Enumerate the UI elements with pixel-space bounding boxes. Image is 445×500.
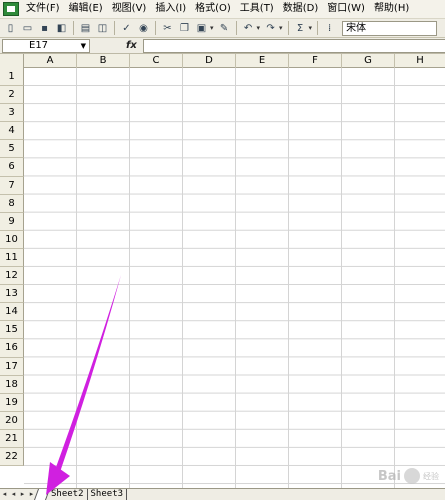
copy-icon[interactable]: ❐	[177, 21, 192, 36]
new-document-icon[interactable]: ▯	[3, 21, 18, 36]
toolbar-separator	[73, 21, 74, 35]
row-header[interactable]: 22	[0, 447, 24, 467]
worksheet-grid: A B C D E F G H 1 2 3 4 5 6 7 8 9 10 11 …	[0, 54, 445, 488]
paste-dropdown-icon[interactable]: ▾	[210, 24, 214, 32]
column-header-e[interactable]: E	[236, 54, 289, 68]
menu-insert[interactable]: 插入(I)	[151, 0, 191, 18]
menu-help[interactable]: 帮助(H)	[370, 0, 414, 18]
row-header[interactable]: 19	[0, 393, 24, 412]
save-icon[interactable]: ▪	[37, 21, 52, 36]
watermark-sub: 经验	[423, 471, 439, 481]
row-header[interactable]: 14	[0, 303, 24, 322]
redo-icon[interactable]: ↷	[263, 21, 278, 36]
menu-bar: 文件(F) 编辑(E) 视图(V) 插入(I) 格式(O) 工具(T) 数据(D…	[0, 0, 445, 18]
column-header-d[interactable]: D	[183, 54, 236, 68]
menu-view[interactable]: 视图(V)	[108, 0, 152, 18]
cell-area[interactable]	[24, 68, 445, 488]
row-header[interactable]: 16	[0, 339, 24, 358]
standard-toolbar: ▯ ▭ ▪ ◧ ▤ ◫ ✓ ◉ ✂ ❐ ▣ ▾ ✎ ↶ ▾ ↷ ▾ Σ ▾ ⁞ …	[0, 18, 445, 38]
menu-window[interactable]: 窗口(W)	[323, 0, 370, 18]
sheet-tab-sheet2[interactable]: Sheet2	[48, 489, 88, 500]
name-box-dropdown-icon[interactable]: ▼	[81, 42, 86, 50]
column-headers: A B C D E F G H	[0, 54, 445, 68]
column-header-c[interactable]: C	[130, 54, 183, 68]
row-header[interactable]: 9	[0, 212, 24, 231]
format-painter-icon[interactable]: ✎	[217, 21, 232, 36]
column-header-f[interactable]: F	[289, 54, 342, 68]
row-header[interactable]: 2	[0, 86, 24, 105]
menu-data[interactable]: 数据(D)	[279, 0, 324, 18]
watermark-text: Bai	[377, 468, 401, 484]
column-header-a[interactable]: A	[24, 54, 77, 68]
row-header[interactable]: 12	[0, 267, 24, 286]
spelling-icon[interactable]: ✓	[119, 21, 134, 36]
toolbar-options-icon[interactable]: ⁞	[322, 21, 337, 36]
open-folder-icon[interactable]: ▭	[20, 21, 35, 36]
row-header[interactable]: 17	[0, 357, 24, 376]
baidu-watermark: Bai 经验	[378, 468, 439, 484]
next-sheet-icon[interactable]: ▸	[18, 489, 27, 500]
column-header-g[interactable]: G	[342, 54, 395, 68]
formula-bar: E17 ▼ fx	[0, 38, 445, 54]
row-header[interactable]: 1	[0, 68, 24, 87]
undo-icon[interactable]: ↶	[241, 21, 256, 36]
autosum-icon[interactable]: Σ	[293, 21, 308, 36]
autosum-dropdown-icon[interactable]: ▾	[309, 24, 313, 32]
select-all-corner[interactable]	[0, 54, 24, 68]
row-header[interactable]: 6	[0, 158, 24, 177]
row-header[interactable]: 21	[0, 429, 24, 448]
print-icon[interactable]: ▤	[78, 21, 93, 36]
row-header[interactable]: 7	[0, 176, 24, 195]
row-header[interactable]: 20	[0, 411, 24, 430]
print-preview-icon[interactable]: ◫	[95, 21, 110, 36]
toolbar-separator	[317, 21, 319, 35]
formula-input[interactable]	[142, 38, 445, 53]
row-header[interactable]: 3	[0, 104, 24, 123]
sheet-tab-bar: ◂ ◂ ▸ ▸ Sheet2 Sheet3	[0, 488, 445, 500]
row-header[interactable]: 15	[0, 321, 24, 340]
menu-format[interactable]: 格式(O)	[191, 0, 236, 18]
research-icon[interactable]: ◉	[136, 21, 151, 36]
row-header[interactable]: 8	[0, 194, 24, 213]
menu-tools[interactable]: 工具(T)	[236, 0, 279, 18]
redo-dropdown-icon[interactable]: ▾	[279, 24, 283, 32]
permission-icon[interactable]: ◧	[54, 21, 69, 36]
font-name-box[interactable]: 宋体	[342, 20, 438, 36]
row-header[interactable]: 4	[0, 122, 24, 141]
undo-dropdown-icon[interactable]: ▾	[257, 24, 261, 32]
toolbar-separator	[155, 21, 156, 35]
toolbar-separator	[235, 21, 237, 35]
toolbar-separator	[114, 21, 115, 35]
row-header[interactable]: 18	[0, 375, 24, 394]
column-header-h[interactable]: H	[395, 54, 445, 68]
menu-file[interactable]: 文件(F)	[22, 0, 65, 18]
prev-sheet-icon[interactable]: ◂	[9, 489, 18, 500]
sheet-tab-sheet3[interactable]: Sheet3	[88, 489, 128, 500]
name-box-value: E17	[29, 40, 49, 51]
insert-function-icon[interactable]: fx	[126, 40, 137, 51]
row-header[interactable]: 13	[0, 285, 24, 304]
column-header-b[interactable]: B	[77, 54, 130, 68]
row-header[interactable]: 11	[0, 248, 24, 268]
cut-icon[interactable]: ✂	[160, 21, 175, 36]
toolbar-separator	[287, 21, 289, 35]
menu-edit[interactable]: 编辑(E)	[65, 0, 108, 18]
row-headers: 1 2 3 4 5 6 7 8 9 10 11 12 13 14 15 16 1…	[0, 68, 24, 467]
paste-icon[interactable]: ▣	[194, 21, 209, 36]
first-sheet-icon[interactable]: ◂	[0, 489, 9, 500]
row-header[interactable]: 5	[0, 140, 24, 159]
row-header[interactable]: 10	[0, 230, 24, 249]
excel-app-icon[interactable]	[3, 2, 19, 16]
paw-icon	[404, 468, 420, 484]
name-box[interactable]: E17 ▼	[2, 38, 90, 53]
